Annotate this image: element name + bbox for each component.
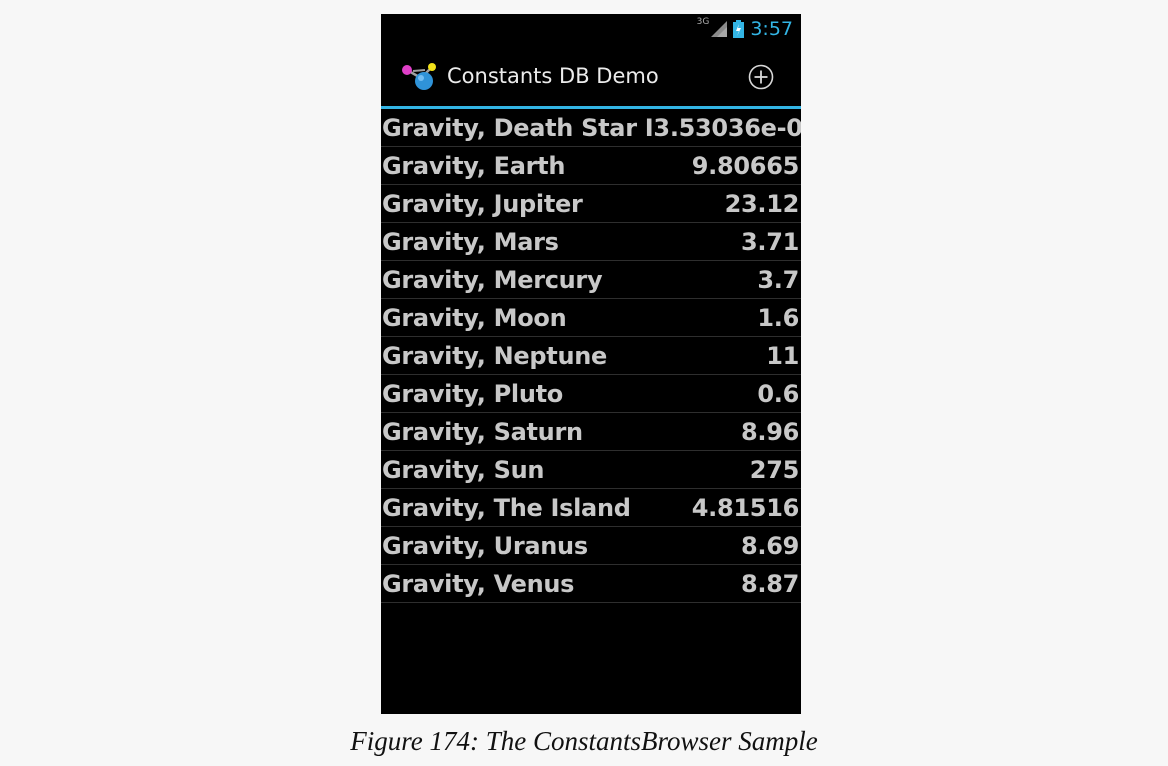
list-item[interactable]: Gravity, Jupiter 23.12 xyxy=(381,185,801,223)
constant-name: Gravity, Uranus xyxy=(382,531,588,560)
add-circle-icon[interactable] xyxy=(748,64,774,90)
list-item[interactable]: Gravity, Pluto 0.6 xyxy=(381,375,801,413)
constant-name: Gravity, Mars xyxy=(382,227,559,256)
phone-screen: 3G 3:57 Constants DB Demo Gravity, Death… xyxy=(381,14,801,714)
battery-icon xyxy=(733,20,745,38)
constant-value: 275 xyxy=(749,455,800,484)
constant-value: 23.12 xyxy=(724,189,800,218)
constant-value: 8.87 xyxy=(740,569,799,598)
constant-name: Gravity, Mercury xyxy=(382,265,603,294)
list-item[interactable]: Gravity, Death Star I3.53036e-07 xyxy=(381,109,801,147)
molecule-icon[interactable] xyxy=(399,61,441,91)
signal-icon xyxy=(711,21,728,37)
constant-name: Gravity, Moon xyxy=(382,303,567,332)
list-item[interactable]: Gravity, Venus 8.87 xyxy=(381,565,801,603)
constant-value: 3.53036e-07 xyxy=(653,113,801,142)
constant-value: 9.80665 xyxy=(691,151,800,180)
constant-name: Gravity, The Island xyxy=(382,493,631,522)
status-indicators: 3G 3:57 xyxy=(696,17,793,40)
constant-value: 11 xyxy=(766,341,799,370)
constant-name: Gravity, Venus xyxy=(382,569,575,598)
list-item[interactable]: Gravity, Sun 275 xyxy=(381,451,801,489)
clock: 3:57 xyxy=(750,18,793,40)
network-type-label: 3G xyxy=(696,17,710,27)
list-item[interactable]: Gravity, Mars 3.71 xyxy=(381,223,801,261)
action-bar: Constants DB Demo xyxy=(381,46,801,109)
constant-name: Gravity, Saturn xyxy=(382,417,583,446)
constant-value: 4.81516 xyxy=(691,493,800,522)
constant-name: Gravity, Neptune xyxy=(382,341,607,370)
constant-value: 8.96 xyxy=(740,417,799,446)
constant-value: 0.6 xyxy=(757,379,799,408)
app-title: Constants DB Demo xyxy=(447,64,659,88)
constant-value: 3.7 xyxy=(757,265,799,294)
constant-name: Gravity, Sun xyxy=(382,455,545,484)
constant-value: 3.71 xyxy=(740,227,799,256)
list-item[interactable]: Gravity, Saturn 8.96 xyxy=(381,413,801,451)
list-item[interactable]: Gravity, Neptune 11 xyxy=(381,337,801,375)
constant-name: Gravity, Death Star I xyxy=(382,113,654,142)
list-item[interactable]: Gravity, Uranus 8.69 xyxy=(381,527,801,565)
constant-name: Gravity, Earth xyxy=(382,151,566,180)
constant-value: 1.6 xyxy=(757,303,799,332)
list-item[interactable]: Gravity, Earth 9.80665 xyxy=(381,147,801,185)
constant-name: Gravity, Pluto xyxy=(382,379,563,408)
constants-list: Gravity, Death Star I3.53036e-07 Gravity… xyxy=(381,109,801,603)
status-bar: 3G 3:57 xyxy=(381,14,801,46)
figure-caption: Figure 174: The ConstantsBrowser Sample xyxy=(350,726,818,756)
list-item[interactable]: Gravity, Moon 1.6 xyxy=(381,299,801,337)
list-item[interactable]: Gravity, Mercury 3.7 xyxy=(381,261,801,299)
constant-value: 8.69 xyxy=(740,531,799,560)
constant-name: Gravity, Jupiter xyxy=(382,189,583,218)
list-item[interactable]: Gravity, The Island 4.81516 xyxy=(381,489,801,527)
